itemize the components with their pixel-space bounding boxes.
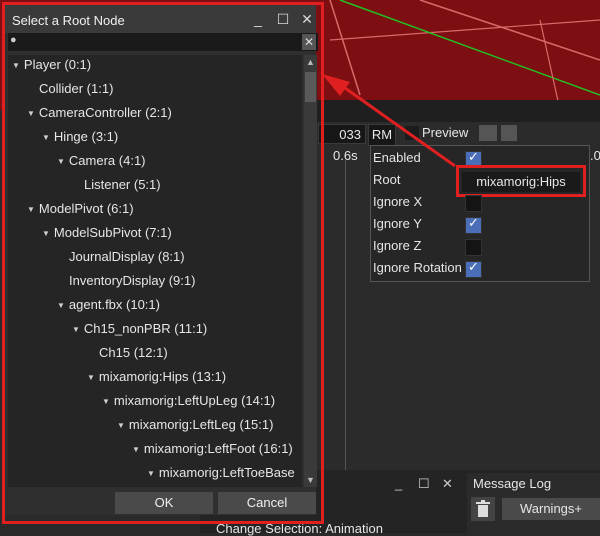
- tree-node[interactable]: ▼ mixamorig:Hips (13:1): [87, 367, 226, 391]
- minimize-icon[interactable]: _: [250, 11, 266, 27]
- expand-arrow-icon[interactable]: ▼: [42, 128, 50, 148]
- tree-node[interactable]: ▼ mixamorig:LeftToeBase: [147, 463, 295, 487]
- enabled-label: Enabled: [373, 150, 421, 165]
- tree-node[interactable]: ▼ ModelPivot (6:1): [27, 199, 134, 223]
- tree-node-label: agent.fbx (10:1): [68, 297, 160, 312]
- tree-node-label: ModelPivot (6:1): [38, 201, 134, 216]
- tree-node[interactable]: Ch15 (12:1): [99, 343, 168, 367]
- expand-arrow-icon[interactable]: ▼: [27, 200, 35, 220]
- play-pause-icon[interactable]: [479, 125, 497, 141]
- expand-arrow-icon[interactable]: ▼: [132, 440, 140, 460]
- expand-arrow-icon[interactable]: ▼: [72, 320, 80, 340]
- tree-node-label: mixamorig:LeftUpLeg (14:1): [113, 393, 276, 408]
- ignore-z-label: Ignore Z: [373, 238, 422, 253]
- command-panel-titlebar: _ ☐ ✕: [320, 476, 465, 494]
- tree-node-label: Listener (5:1): [84, 177, 161, 192]
- tree-node[interactable]: ▼ Player (0:1): [12, 55, 91, 79]
- tree-node-label: JournalDisplay (8:1): [69, 249, 185, 264]
- tree-node-label: Player (0:1): [23, 57, 92, 72]
- tree-node-label: mixamorig:LeftLeg (15:1): [128, 417, 274, 432]
- tree-node-label: ModelSubPivot (7:1): [53, 225, 172, 240]
- tree-node[interactable]: ▼ Ch15_nonPBR (11:1): [72, 319, 207, 343]
- rm-button[interactable]: RM: [368, 124, 396, 146]
- tree-node[interactable]: ▼ mixamorig:LeftUpLeg (14:1): [102, 391, 275, 415]
- frame-field[interactable]: 033: [318, 124, 366, 144]
- scroll-up-icon[interactable]: ▲: [304, 55, 317, 69]
- close-icon[interactable]: ✕: [442, 476, 453, 492]
- root-field-highlight: [456, 165, 586, 197]
- ignore-x-label: Ignore X: [373, 194, 423, 209]
- tree-node-label: Ch15 (12:1): [99, 345, 168, 360]
- tree-node[interactable]: ▼ mixamorig:LeftLeg (15:1): [117, 415, 273, 439]
- expand-arrow-icon[interactable]: ▼: [57, 296, 65, 316]
- tree-node[interactable]: ▼ ModelSubPivot (7:1): [42, 223, 172, 247]
- expand-arrow-icon[interactable]: ▼: [12, 56, 20, 76]
- expand-arrow-icon[interactable]: ▼: [27, 104, 35, 124]
- tree-node-label: mixamorig:LeftFoot (16:1): [143, 441, 293, 456]
- ignore-y-label: Ignore Y: [373, 216, 422, 231]
- tree-node[interactable]: Listener (5:1): [84, 175, 161, 199]
- tree-node-label: mixamorig:LeftToeBase: [158, 465, 295, 480]
- maximize-icon[interactable]: ☐: [418, 476, 430, 492]
- timeline-cursor[interactable]: [345, 160, 346, 470]
- tree-node[interactable]: ▼ agent.fbx (10:1): [57, 295, 160, 319]
- root-label: Root: [373, 172, 401, 187]
- expand-arrow-icon[interactable]: ▼: [102, 392, 110, 412]
- tree-node-label: CameraController (2:1): [38, 105, 172, 120]
- tree-node[interactable]: InventoryDisplay (9:1): [69, 271, 195, 295]
- ignore-z-checkbox[interactable]: [465, 239, 482, 256]
- scroll-down-icon[interactable]: ▼: [304, 473, 317, 487]
- warnings-filter-dropdown[interactable]: Warnings+: [502, 498, 600, 520]
- tree-node[interactable]: ▼ Hinge (3:1): [42, 127, 118, 151]
- tree-node-label: mixamorig:Hips (13:1): [98, 369, 227, 384]
- message-log-title: Message Log: [473, 476, 552, 491]
- tree-node-label: InventoryDisplay (9:1): [69, 273, 196, 288]
- dialog-title: Select a Root Node: [12, 13, 125, 28]
- close-icon[interactable]: ✕: [299, 11, 315, 27]
- stop-icon[interactable]: [501, 125, 517, 141]
- tree-node-label: Hinge (3:1): [53, 129, 119, 144]
- expand-arrow-icon[interactable]: ▼: [42, 224, 50, 244]
- preview-checkbox[interactable]: [405, 126, 419, 140]
- tree-scrollbar[interactable]: [304, 55, 317, 487]
- scroll-thumb[interactable]: [305, 72, 316, 102]
- ignore-y-checkbox[interactable]: [465, 215, 482, 234]
- maximize-icon[interactable]: ☐: [275, 11, 291, 27]
- ok-button[interactable]: OK: [115, 492, 213, 514]
- cancel-button[interactable]: Cancel: [218, 492, 316, 514]
- tree-node[interactable]: ▼ mixamorig:LeftFoot (16:1): [132, 439, 293, 463]
- tree-node-label: Ch15_nonPBR (11:1): [83, 321, 208, 336]
- preview-label: Preview: [422, 125, 469, 140]
- tree-node[interactable]: ▼ Camera (4:1): [57, 151, 146, 175]
- search-icon: ●: [10, 34, 17, 46]
- tree-node[interactable]: ▼ CameraController (2:1): [27, 103, 172, 127]
- tree-node[interactable]: Collider (1:1): [39, 79, 113, 103]
- timeline-end-label: .0: [590, 148, 600, 163]
- search-input[interactable]: [8, 33, 318, 51]
- clear-search-button[interactable]: ✕: [302, 34, 316, 50]
- expand-arrow-icon[interactable]: ▼: [147, 464, 155, 484]
- trash-icon[interactable]: [471, 497, 495, 521]
- expand-arrow-icon[interactable]: ▼: [117, 416, 125, 436]
- ignore-rotation-label: Ignore Rotation: [373, 260, 462, 275]
- tree-node[interactable]: JournalDisplay (8:1): [69, 247, 185, 271]
- ignore-x-checkbox[interactable]: [465, 195, 482, 212]
- ignore-rotation-checkbox[interactable]: [465, 259, 482, 278]
- node-tree[interactable]: ▼ Player (0:1) Collider (1:1) ▼ CameraContro…: [8, 55, 302, 487]
- expand-arrow-icon[interactable]: ▼: [57, 152, 65, 172]
- minimize-icon[interactable]: _: [395, 476, 402, 491]
- tree-node-label: Collider (1:1): [39, 81, 114, 96]
- tree-node-label: Camera (4:1): [68, 153, 146, 168]
- expand-arrow-icon[interactable]: ▼: [87, 368, 95, 388]
